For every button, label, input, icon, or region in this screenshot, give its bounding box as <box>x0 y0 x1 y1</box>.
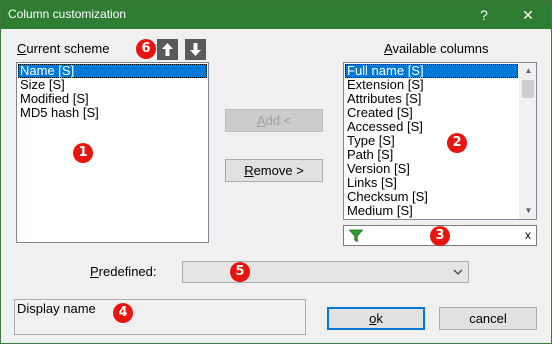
available-columns-scrollbar[interactable]: ▲ ▼ <box>519 63 536 219</box>
available-column-item[interactable]: Full name [S] <box>345 64 518 78</box>
scroll-up-icon[interactable]: ▲ <box>520 63 536 79</box>
predefined-label-accel: P <box>90 264 99 279</box>
scroll-thumb[interactable] <box>522 80 534 98</box>
window-title: Column customization <box>8 7 127 21</box>
cancel-button[interactable]: cancel <box>439 307 537 330</box>
badge-1: 1 <box>73 143 93 163</box>
current-scheme-item[interactable]: Name [S] <box>18 64 207 78</box>
available-column-item[interactable]: Version [S] <box>345 162 518 176</box>
badge-4: 4 <box>113 303 133 323</box>
remove-button-text: emove > <box>253 163 304 178</box>
current-scheme-label-text: urrent scheme <box>26 41 110 56</box>
available-column-item[interactable]: Path [S] <box>345 148 518 162</box>
add-button-accel: A <box>256 113 266 128</box>
available-column-item[interactable]: Medium [S] <box>345 204 518 218</box>
current-scheme-item[interactable]: MD5 hash [S] <box>18 106 207 120</box>
add-button-text: dd < <box>265 113 292 128</box>
current-scheme-label-accel: C <box>17 41 27 56</box>
badge-5: 5 <box>230 262 250 282</box>
badge-2: 2 <box>447 133 467 153</box>
close-button[interactable]: ✕ <box>507 1 549 29</box>
display-name-box: Display name <box>14 299 306 335</box>
chevron-down-icon <box>453 269 463 275</box>
predefined-select[interactable] <box>182 261 469 283</box>
available-columns-list[interactable]: Full name [S] Extension [S] Attributes [S]… <box>343 62 537 220</box>
available-column-item[interactable]: Created [S] <box>345 106 518 120</box>
available-columns-label-text: vailable columns <box>392 41 489 56</box>
available-column-item[interactable]: Accessed [S] <box>345 120 518 134</box>
badge-6: 6 <box>136 39 156 59</box>
column-customization-dialog: Column customization ? ✕ Current scheme … <box>0 0 552 344</box>
arrow-down-icon <box>190 43 201 56</box>
current-scheme-label: Current scheme <box>17 41 109 56</box>
predefined-label-text: redefined: <box>98 264 157 279</box>
title-bar: Column customization ? ✕ <box>1 1 551 29</box>
current-scheme-item[interactable]: Modified [S] <box>18 92 207 106</box>
arrow-up-icon <box>162 43 173 56</box>
scroll-down-icon[interactable]: ▼ <box>520 203 536 219</box>
move-down-button[interactable] <box>185 39 206 60</box>
available-columns-label: Available columns <box>384 41 489 56</box>
available-column-item[interactable]: Type [S] <box>345 134 518 148</box>
remove-button[interactable]: Remove > <box>225 159 323 182</box>
help-button[interactable]: ? <box>463 1 505 29</box>
move-up-button[interactable] <box>157 39 178 60</box>
clear-filter-button[interactable]: x <box>525 228 531 242</box>
predefined-label: Predefined: <box>90 264 157 279</box>
current-scheme-item[interactable]: Size [S] <box>18 78 207 92</box>
current-scheme-list[interactable]: Name [S] Size [S] Modified [S] MD5 hash [S] <box>16 62 209 243</box>
display-name-label: Display name <box>17 301 96 316</box>
available-column-item[interactable]: Extension [S] <box>345 78 518 92</box>
ok-button[interactable]: ok <box>327 307 425 330</box>
available-column-item[interactable]: Links [S] <box>345 176 518 190</box>
add-button[interactable]: Add < <box>225 109 323 132</box>
ok-button-text: k <box>376 311 383 326</box>
badge-3: 3 <box>430 226 450 246</box>
available-column-item[interactable]: Checksum [S] <box>345 190 518 204</box>
funnel-icon <box>349 229 363 243</box>
available-column-item[interactable]: Attributes [S] <box>345 92 518 106</box>
remove-button-accel: R <box>244 163 254 178</box>
